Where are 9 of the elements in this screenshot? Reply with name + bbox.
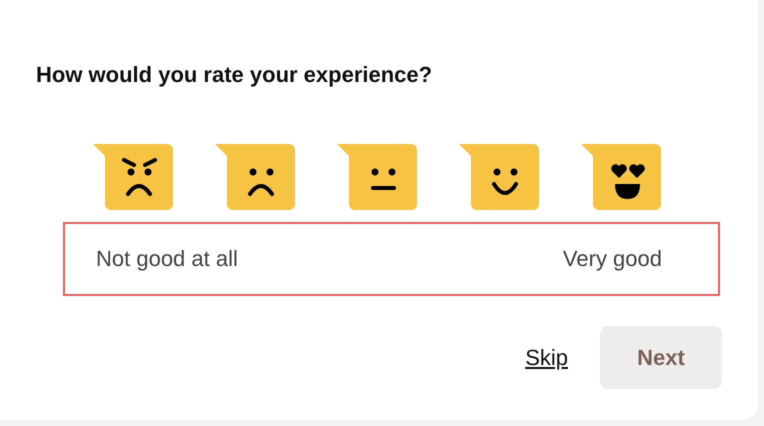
neutral-face-icon[interactable] (337, 144, 417, 210)
love-face-icon[interactable] (581, 144, 661, 210)
angry-face-icon[interactable] (93, 144, 173, 210)
high-label: Very good (562, 246, 662, 272)
low-label: Not good at all (96, 246, 238, 272)
happy-face-icon[interactable] (459, 144, 539, 210)
skip-link[interactable]: Skip (525, 344, 568, 370)
sad-face-icon[interactable] (215, 144, 295, 210)
question-title: How would you rate your experience? (36, 62, 434, 88)
